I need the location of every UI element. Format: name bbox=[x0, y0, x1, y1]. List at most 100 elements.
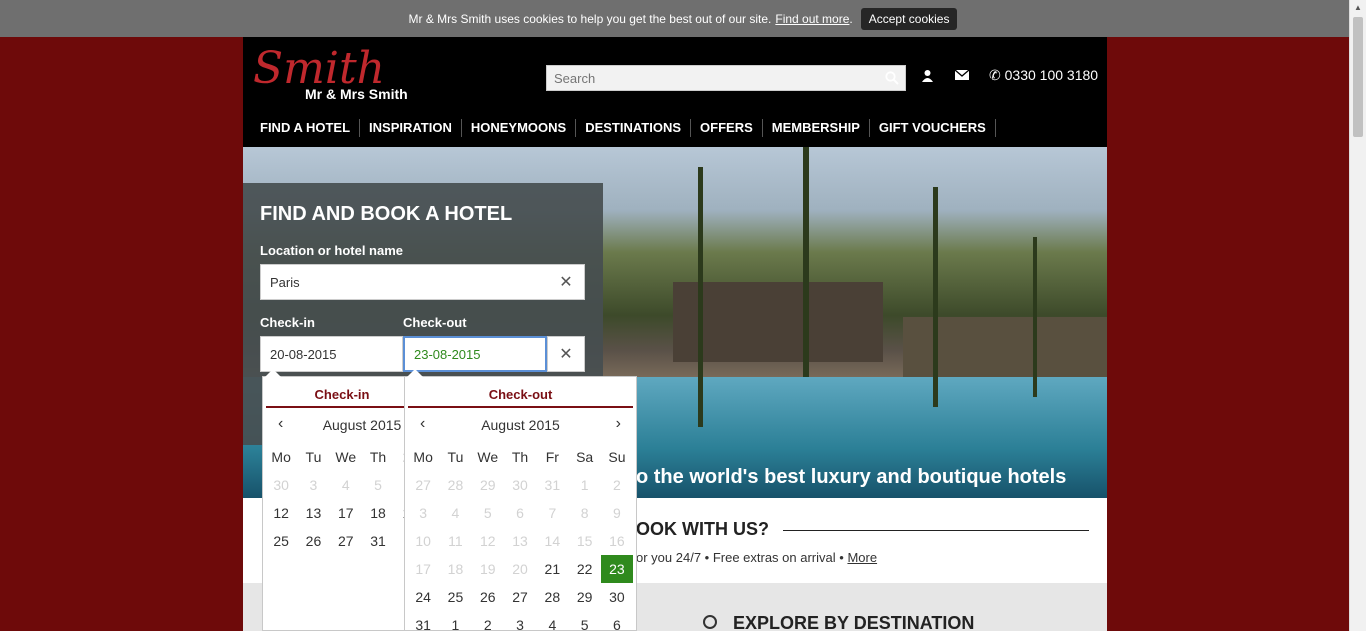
logo[interactable]: Smith Mr & Mrs Smith bbox=[253, 43, 423, 105]
hero-building bbox=[673, 282, 883, 362]
nav-find-a-hotel[interactable]: FIND A HOTEL bbox=[251, 119, 361, 137]
day-cell[interactable]: 29 bbox=[568, 583, 600, 611]
day-cell[interactable]: 26 bbox=[472, 583, 504, 611]
day-cell[interactable]: 1 bbox=[439, 611, 471, 631]
weekday-label: Mo bbox=[413, 449, 433, 465]
weekday-label: Tu bbox=[305, 449, 322, 465]
day-cell: 4 bbox=[451, 505, 460, 521]
checkin-field[interactable]: 20-08-2015 bbox=[260, 336, 403, 372]
day-cell[interactable]: 28 bbox=[536, 583, 568, 611]
day-cell[interactable]: 26 bbox=[297, 527, 329, 555]
why-book-subtitle: or you 24/7 • Free extras on arrival • M… bbox=[636, 550, 878, 565]
day-cell[interactable]: 17 bbox=[330, 499, 362, 527]
day-cell: 20 bbox=[512, 561, 528, 577]
checkout-day-grid: Mo Tu We Th Fr Sa Su 27 28 29 30 31 1 2 3 4 5 6 7 8 9 10 11 12 1… bbox=[407, 443, 634, 631]
day-cell[interactable]: 21 bbox=[536, 555, 568, 583]
nav-gift-vouchers[interactable]: GIFT VOUCHERS bbox=[870, 119, 996, 137]
day-cell[interactable]: 30 bbox=[601, 583, 633, 611]
cookie-bar: Mr & Mrs Smith uses cookies to help you … bbox=[0, 0, 1366, 37]
nav-destinations[interactable]: DESTINATIONS bbox=[576, 119, 692, 137]
day-cell[interactable]: 6 bbox=[601, 611, 633, 631]
checkin-label: Check-in bbox=[260, 315, 315, 330]
user-icon[interactable] bbox=[921, 69, 934, 82]
day-cell: 3 bbox=[309, 477, 318, 493]
day-cell: 28 bbox=[447, 477, 464, 493]
day-cell: 29 bbox=[479, 477, 496, 493]
day-cell[interactable]: 13 bbox=[297, 499, 329, 527]
clear-dates-icon[interactable]: ✕ bbox=[547, 336, 585, 372]
main-nav: FIND A HOTEL INSPIRATION HONEYMOONS DEST… bbox=[251, 119, 996, 137]
day-cell[interactable]: 12 bbox=[265, 499, 297, 527]
logo-brand-text: Mr & Mrs Smith bbox=[305, 86, 408, 102]
nav-membership[interactable]: MEMBERSHIP bbox=[763, 119, 870, 137]
day-cell: 8 bbox=[580, 505, 589, 521]
day-cell[interactable]: 27 bbox=[504, 583, 536, 611]
weekday-label: We bbox=[335, 449, 357, 465]
day-cell[interactable]: 31 bbox=[407, 611, 439, 631]
hero-palm bbox=[803, 147, 809, 377]
day-cell: 2 bbox=[613, 477, 621, 493]
nav-honeymoons[interactable]: HONEYMOONS bbox=[462, 119, 577, 137]
location-field[interactable]: Paris bbox=[260, 264, 585, 300]
scroll-up-icon[interactable]: ▲ bbox=[1350, 0, 1366, 16]
checkout-calendar: Check-out ‹ › August 2015 Mo Tu We Th Fr Sa Su… bbox=[404, 376, 637, 631]
day-cell[interactable]: 24 bbox=[407, 583, 439, 611]
day-cell: 5 bbox=[483, 505, 492, 521]
cookie-find-out-more-link[interactable]: Find out more bbox=[775, 12, 849, 26]
hero-palm bbox=[698, 167, 703, 427]
day-cell: 3 bbox=[419, 505, 428, 521]
nav-inspiration[interactable]: INSPIRATION bbox=[360, 119, 462, 137]
day-cell: 7 bbox=[548, 505, 557, 521]
selected-day-cell[interactable]: 23 bbox=[600, 555, 634, 583]
site-header: Smith Mr & Mrs Smith ✆ 0330 100 3180 FIN… bbox=[243, 37, 1107, 147]
day-cell: 10 bbox=[415, 533, 431, 549]
day-cell[interactable]: 25 bbox=[439, 583, 471, 611]
nav-offers[interactable]: OFFERS bbox=[691, 119, 763, 137]
day-cell[interactable]: 2 bbox=[472, 611, 504, 631]
accept-cookies-button[interactable]: Accept cookies bbox=[860, 7, 958, 30]
scrollbar-thumb[interactable] bbox=[1353, 17, 1363, 137]
checkout-field[interactable]: 23-08-2015 bbox=[403, 336, 547, 372]
cookie-text: Mr & Mrs Smith uses cookies to help you … bbox=[408, 11, 772, 26]
day-cell: 13 bbox=[512, 533, 528, 549]
checkin-calendar: Check-in ‹ August 2015 MoTuWeTh272829303… bbox=[262, 376, 483, 631]
search-icon[interactable] bbox=[885, 71, 899, 85]
checkout-caret bbox=[407, 369, 423, 377]
weekday-label: Su bbox=[608, 449, 626, 465]
weekday-label: Th bbox=[369, 449, 387, 465]
why-book-title: OOK WITH US? bbox=[636, 519, 769, 539]
checkin-caret bbox=[265, 369, 281, 377]
day-cell[interactable]: 22 bbox=[568, 555, 600, 583]
weekday-label: Tu bbox=[447, 449, 464, 465]
day-cell: 5 bbox=[374, 477, 382, 493]
day-cell: 1 bbox=[580, 477, 589, 493]
clear-location-icon[interactable]: ✕ bbox=[547, 264, 585, 300]
day-cell[interactable]: 18 bbox=[362, 499, 394, 527]
page-scrollbar[interactable]: ▲ bbox=[1349, 0, 1366, 631]
day-cell: 11 bbox=[448, 533, 463, 549]
weekday-label: Sa bbox=[576, 449, 594, 465]
day-cell[interactable]: 25 bbox=[265, 527, 297, 555]
day-cell[interactable]: 5 bbox=[568, 611, 600, 631]
hero-tagline: o the world's best luxury and boutique h… bbox=[636, 466, 1067, 488]
search-input[interactable] bbox=[547, 66, 877, 90]
day-cell: 27 bbox=[415, 477, 431, 493]
day-cell[interactable]: 31 bbox=[362, 527, 394, 555]
day-cell[interactable]: 27 bbox=[330, 527, 362, 555]
more-link[interactable]: More bbox=[847, 550, 877, 565]
mail-icon[interactable] bbox=[955, 70, 969, 80]
phone-number[interactable]: ✆ 0330 100 3180 bbox=[989, 67, 1098, 84]
day-cell[interactable]: 3 bbox=[504, 611, 536, 631]
checkout-calendar-header: Check-out bbox=[408, 377, 633, 408]
explore-title[interactable]: EXPLORE BY DESTINATION bbox=[733, 613, 974, 631]
day-cell[interactable]: 4 bbox=[536, 611, 568, 631]
day-cell: 30 bbox=[273, 477, 289, 493]
day-cell: 30 bbox=[512, 477, 528, 493]
day-cell: 18 bbox=[447, 561, 464, 577]
weekday-label: Fr bbox=[545, 449, 559, 465]
day-cell: 6 bbox=[516, 505, 524, 521]
search-box bbox=[546, 65, 906, 91]
day-cell: 31 bbox=[544, 477, 561, 493]
day-cell: 17 bbox=[415, 561, 431, 577]
day-cell: 12 bbox=[479, 533, 496, 549]
